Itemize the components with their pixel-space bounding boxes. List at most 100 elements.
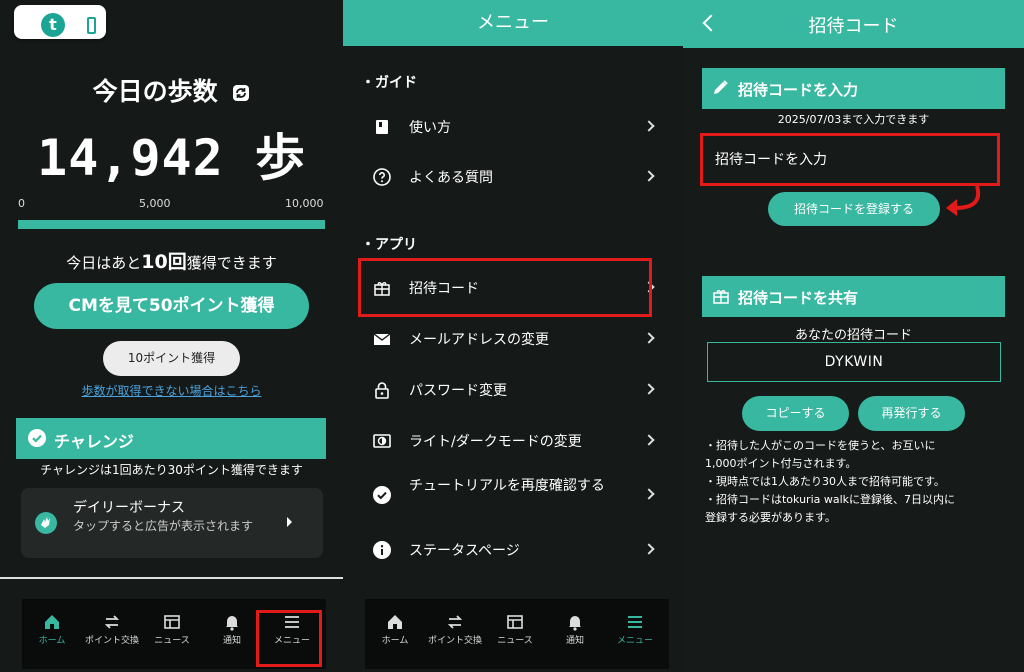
share-code-section-header: 招待コードを共有 — [702, 276, 1005, 317]
input-deadline: 2025/07/03まで入力できます — [777, 113, 930, 126]
nav-menu[interactable]: メニュー — [605, 599, 665, 669]
highlight-menu-tab — [256, 610, 322, 667]
news-icon — [507, 615, 523, 629]
your-code-label: あなたの招待コード — [794, 328, 912, 343]
chevron-right-icon — [643, 170, 655, 182]
home-icon — [45, 615, 59, 629]
steps-help-link[interactable]: 歩数が取得できない場合はこちら — [0, 382, 343, 399]
red-arrow-icon — [946, 185, 981, 216]
remaining-count: 10回 — [141, 251, 187, 273]
nav-home[interactable]: ホーム — [22, 599, 82, 669]
nav-notifications-label: 通知 — [222, 636, 241, 646]
guide-section-title: ・ガイド — [361, 75, 417, 91]
note-line: ・招待した人がこのコードを使うと、お互いに — [705, 439, 936, 452]
menu-item-password[interactable]: パスワード変更 — [359, 367, 665, 413]
menu-item-email[interactable]: メールアドレスの変更 — [359, 316, 665, 362]
nav-home[interactable]: ホーム — [365, 599, 425, 669]
menu-item-theme[interactable]: ライト/ダークモードの変更 — [359, 418, 665, 464]
divider — [0, 577, 343, 579]
daily-bonus-title: デイリーボーナス — [73, 500, 185, 516]
sync-icon[interactable] — [232, 79, 250, 108]
challenge-subtitle: チャレンジは1回あたり30ポイント獲得できます — [40, 463, 303, 477]
check-circle-icon — [28, 429, 46, 451]
menu-item-label: メールアドレスの変更 — [409, 332, 549, 348]
challenge-header: チャレンジ — [16, 418, 326, 459]
invite-code-screen: 招待コード 招待コードを入力 2025/07/03まで入力できます 招待コードを… — [683, 0, 1024, 672]
remaining-text: 今日はあと10回獲得できます — [0, 247, 343, 274]
challenge-title: チャレンジ — [54, 432, 134, 451]
home-icon — [388, 615, 402, 629]
logo-t-icon: t — [41, 13, 65, 37]
steps-title: 今日の歩数 — [0, 72, 343, 108]
nav-exchange[interactable]: ポイント交換 — [82, 599, 142, 669]
nav-news[interactable]: ニュース — [142, 599, 202, 669]
scale-mid: 5,000 — [139, 197, 171, 210]
pencil-icon — [714, 80, 728, 94]
steps-progress-bar — [18, 220, 325, 229]
book-icon — [376, 120, 388, 134]
info-icon — [373, 541, 391, 559]
menu-item-label: ステータスページ — [409, 543, 520, 559]
note-line: 登録する必要があります。 — [705, 511, 836, 524]
reissue-button[interactable]: 再発行する — [858, 396, 965, 431]
gift-icon — [713, 290, 729, 304]
chevron-right-icon — [643, 488, 655, 500]
question-icon — [373, 168, 391, 186]
chevron-right-icon — [643, 332, 655, 344]
menu-item-tutorial[interactable]: チュートリアルを再度確認する — [359, 472, 665, 518]
nav-home-label: ホーム — [381, 636, 409, 646]
scale-max: 10,000 — [285, 197, 324, 210]
invite-header: 招待コード — [683, 0, 1024, 48]
nav-news-label: ニュース — [154, 636, 190, 646]
nav-notifications-label: 通知 — [565, 636, 584, 646]
menu-item-faq[interactable]: よくある質問 — [359, 154, 665, 200]
exchange-icon — [447, 615, 463, 629]
invite-code-input[interactable] — [700, 133, 1000, 186]
menu-item-label: チュートリアルを再度確認する — [409, 478, 605, 494]
menu-item-label: パスワード変更 — [409, 383, 507, 399]
nav-notifications[interactable]: 通知 — [202, 599, 262, 669]
hand-wave-icon — [35, 512, 57, 538]
menu-header: メニュー — [343, 0, 683, 46]
bottom-nav: ホーム ポイント交換 ニュース 通知 メニュー — [365, 599, 669, 669]
nav-news-label: ニュース — [497, 636, 533, 646]
check-circle-icon — [373, 486, 391, 504]
steps-progress-fill — [18, 220, 325, 229]
app-logo: t — [14, 5, 106, 39]
note-line: ・招待コードはtokuria walkに登録後、7日以内に — [705, 493, 956, 506]
get-points-button[interactable]: 10ポイント獲得 — [103, 341, 240, 376]
note-line: ・現時点では1人あたり30人まで招待可能です。 — [705, 475, 945, 488]
news-icon — [164, 615, 180, 629]
nav-menu-label: メニュー — [616, 636, 653, 646]
nav-exchange[interactable]: ポイント交換 — [425, 599, 485, 669]
menu-item-label: 使い方 — [409, 120, 451, 136]
exchange-icon — [104, 615, 120, 629]
menu-item-howto[interactable]: 使い方 — [359, 104, 665, 150]
nav-news[interactable]: ニュース — [485, 599, 545, 669]
chevron-right-icon — [643, 120, 655, 132]
app-section-title: ・アプリ — [361, 237, 417, 253]
home-screen: t 今日の歩数 14,942 歩 0 5,000 10,000 今日はあと10回… — [0, 0, 343, 672]
scale-min: 0 — [18, 197, 25, 210]
copy-button[interactable]: コピーする — [742, 396, 849, 431]
nav-exchange-label: ポイント交換 — [427, 636, 482, 646]
share-code-title: 招待コードを共有 — [738, 289, 859, 307]
remaining-suffix: 獲得できます — [186, 254, 277, 272]
highlight-invite-code — [358, 258, 652, 317]
watch-cm-button[interactable]: CMを見て50ポイント獲得 — [34, 283, 309, 329]
phone-icon — [87, 17, 96, 34]
chevron-right-icon — [643, 434, 655, 446]
register-code-button[interactable]: 招待コードを登録する — [768, 192, 940, 226]
bell-icon — [569, 616, 581, 631]
theme-icon — [373, 434, 391, 448]
nav-notifications[interactable]: 通知 — [545, 599, 605, 669]
invite-notes: ・招待した人がこのコードを使うと、お互いに 1,000ポイント付与されます。 ・… — [705, 437, 1005, 527]
menu-screen: メニュー ・ガイド 使い方 よくある質問 ・アプリ 招待コード メールアドレスの… — [343, 0, 683, 672]
remaining-prefix: 今日はあと — [66, 254, 142, 272]
chevron-right-icon — [643, 383, 655, 395]
menu-item-status[interactable]: ステータスページ — [359, 527, 665, 573]
steps-count: 14,942 歩 — [37, 129, 306, 187]
daily-bonus-card[interactable]: デイリーボーナス タップすると広告が表示されます — [21, 488, 323, 558]
menu-item-label: よくある質問 — [409, 170, 493, 186]
invite-header-title: 招待コード — [808, 16, 899, 37]
